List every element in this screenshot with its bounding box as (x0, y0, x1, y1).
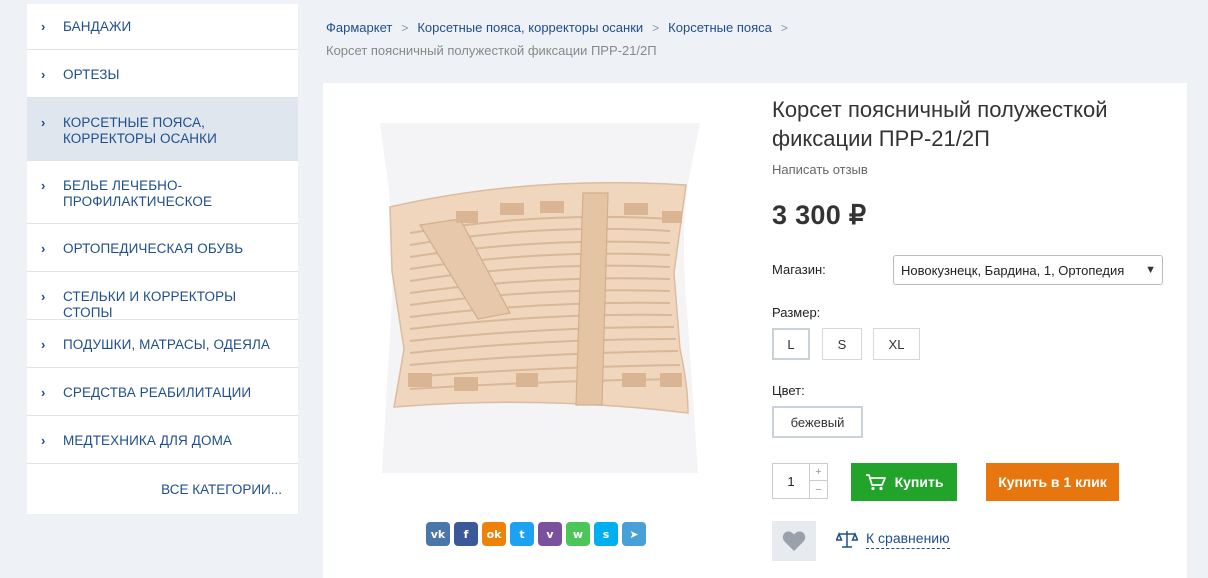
sidebar-item-label: КОРСЕТНЫЕ ПОЯСА, КОРРЕКТОРЫ ОСАНКИ (63, 115, 217, 146)
sidebar-item-bandages[interactable]: › БАНДАЖИ (27, 4, 298, 50)
chevron-right-icon: › (41, 19, 46, 34)
sidebar-item-corset-belts[interactable]: › КОРСЕТНЫЕ ПОЯСА, КОРРЕКТОРЫ ОСАНКИ (27, 98, 298, 161)
viber-share-icon[interactable]: v (538, 522, 562, 546)
chevron-right-icon: › (41, 289, 46, 304)
buy-one-click-button[interactable]: Купить в 1 клик (986, 463, 1119, 501)
sidebar-item-pillows-mattresses[interactable]: › ПОДУШКИ, МАТРАСЫ, ОДЕЯЛА (27, 320, 298, 368)
chevron-right-icon: › (41, 385, 46, 400)
facebook-share-icon[interactable]: f (454, 522, 478, 546)
product-title: Корсет поясничный полужесткой фиксации П… (772, 97, 1108, 151)
add-to-favorites-button[interactable] (772, 521, 816, 561)
write-review-link[interactable]: Написать отзыв (772, 162, 868, 177)
breadcrumb-link-corset-belts-posture[interactable]: Корсетные пояса, корректоры осанки (417, 20, 643, 35)
sidebar-item-label: СТЕЛЬКИ И КОРРЕКТОРЫ СТОПЫ (63, 289, 237, 320)
chevron-right-icon: › (41, 115, 46, 130)
chevron-right-icon: › (41, 67, 46, 82)
chevron-right-icon: › (41, 433, 46, 448)
quantity-stepper: 1 + − (772, 463, 828, 499)
telegram-share-icon[interactable]: ➤ (622, 522, 646, 546)
whatsapp-share-icon[interactable]: w (566, 522, 590, 546)
chevron-right-icon: › (41, 178, 46, 193)
size-label: Размер: (772, 305, 821, 320)
chevron-right-icon: > (652, 20, 660, 35)
sidebar-item-home-medtech[interactable]: › МЕДТЕХНИКА ДЛЯ ДОМА (27, 416, 298, 464)
sidebar-item-orthopedic-footwear[interactable]: › ОРТОПЕДИЧЕСКАЯ ОБУВЬ (27, 224, 298, 272)
sidebar-item-label: БЕЛЬЕ ЛЕЧЕБНО-ПРОФИЛАКТИЧЕСКОЕ (63, 178, 213, 209)
cart-icon (865, 474, 886, 491)
sidebar-item-insoles[interactable]: › СТЕЛЬКИ И КОРРЕКТОРЫ СТОПЫ (27, 272, 298, 320)
color-option-beige[interactable]: бежевый (772, 406, 863, 438)
size-option-l[interactable]: L (772, 328, 810, 360)
sidebar-item-label: ПОДУШКИ, МАТРАСЫ, ОДЕЯЛА (63, 337, 271, 352)
breadcrumb-link-pharmarket[interactable]: Фармаркет (326, 20, 392, 35)
store-label: Магазин: (772, 262, 826, 277)
sidebar-item-label: СРЕДСТВА РЕАБИЛИТАЦИИ (63, 385, 252, 400)
quantity-plus-button[interactable]: + (809, 464, 827, 481)
scales-icon (836, 531, 858, 548)
chevron-right-icon: › (41, 337, 46, 352)
add-to-compare-link[interactable]: К сравнению (836, 529, 950, 549)
sidebar-item-therapeutic-underwear[interactable]: › БЕЛЬЕ ЛЕЧЕБНО-ПРОФИЛАКТИЧЕСКОЕ (27, 161, 298, 224)
buy-button[interactable]: Купить (851, 463, 957, 501)
sidebar-item-label: ОРТОПЕДИЧЕСКАЯ ОБУВЬ (63, 241, 244, 256)
breadcrumb-current: Корсет поясничный полужесткой фиксации П… (326, 43, 657, 58)
size-option-xl[interactable]: XL (873, 328, 920, 360)
odnoklassniki-share-icon[interactable]: ok (482, 522, 506, 546)
twitter-share-icon[interactable]: t (510, 522, 534, 546)
buy-button-label: Купить (894, 474, 944, 490)
breadcrumb-link-corset-belts[interactable]: Корсетные пояса (668, 20, 772, 35)
compare-label: К сравнению (866, 530, 950, 549)
skype-share-icon[interactable]: s (594, 522, 618, 546)
breadcrumb: Фармаркет > Корсетные пояса, корректоры … (326, 19, 797, 58)
category-list: › БАНДАЖИ › ОРТЕЗЫ › КОРСЕТНЫЕ ПОЯСА, КОРРЕКТ… (27, 4, 298, 464)
color-label: Цвет: (772, 383, 805, 398)
quantity-minus-button[interactable]: − (809, 481, 827, 498)
category-sidebar: › БАНДАЖИ › ОРТЕЗЫ › КОРСЕТНЫЕ ПОЯСА, КОРРЕКТ… (27, 4, 298, 514)
sidebar-item-orthoses[interactable]: › ОРТЕЗЫ (27, 50, 298, 98)
chevron-right-icon: › (41, 241, 46, 256)
vk-share-icon[interactable]: vk (426, 522, 450, 546)
social-share-bar: vk f ok t v w s ➤ (426, 522, 646, 546)
size-option-s[interactable]: S (822, 328, 862, 360)
chevron-right-icon: > (401, 20, 409, 35)
sidebar-item-label: ОРТЕЗЫ (63, 67, 120, 82)
store-select-value: Новокузнецк, Бардина, 1, Ортопедия (901, 262, 1125, 278)
product-price: 3 300 ₽ (772, 200, 867, 230)
sidebar-item-label: БАНДАЖИ (63, 19, 132, 34)
all-categories-link[interactable]: ВСЕ КАТЕГОРИИ... (27, 464, 298, 514)
store-select[interactable]: Новокузнецк, Бардина, 1, Ортопедия ▼ (893, 255, 1163, 285)
product-image[interactable] (370, 123, 700, 473)
sidebar-item-rehabilitation[interactable]: › СРЕДСТВА РЕАБИЛИТАЦИИ (27, 368, 298, 416)
quantity-input[interactable]: 1 (773, 464, 809, 498)
chevron-right-icon: > (780, 20, 788, 35)
heart-icon (782, 531, 806, 551)
sidebar-item-label: МЕДТЕХНИКА ДЛЯ ДОМА (63, 433, 233, 448)
chevron-down-icon: ▼ (1145, 264, 1156, 276)
product-card: vk f ok t v w s ➤ Корсет поясничный полужесткой… (323, 83, 1187, 578)
